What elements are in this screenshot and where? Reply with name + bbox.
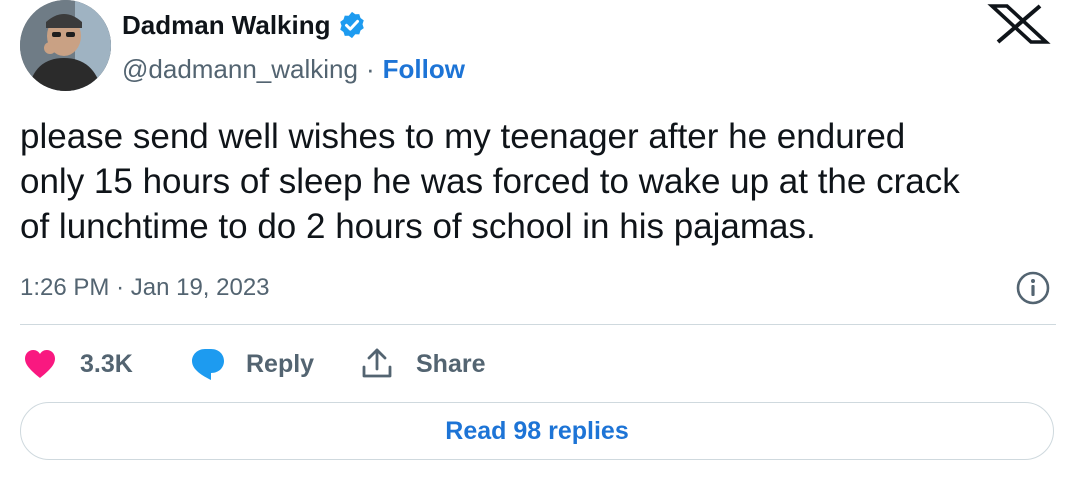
tweet-time: 1:26 PM — [20, 274, 110, 301]
author-display-name[interactable]: Dadman Walking — [122, 8, 331, 42]
follow-button[interactable]: Follow — [383, 54, 465, 84]
like-button[interactable]: 3.3K — [24, 344, 133, 384]
reply-button[interactable]: Reply — [190, 344, 314, 384]
tweet-date: Jan 19, 2023 — [130, 274, 270, 301]
timestamp-separator: · — [116, 274, 125, 301]
author-handle[interactable]: @dadmann_walking — [122, 54, 358, 84]
author-name-row: Dadman Walking — [122, 8, 367, 42]
reply-label: Reply — [246, 349, 315, 378]
x-logo-icon[interactable] — [980, 4, 1056, 44]
author-handle-row: @dadmann_walking · Follow — [122, 54, 465, 84]
handle-separator: · — [365, 54, 375, 84]
like-count: 3.3K — [80, 349, 133, 378]
share-button[interactable]: Share — [360, 344, 485, 384]
info-icon[interactable] — [1015, 270, 1051, 306]
speech-bubble-icon — [192, 349, 224, 380]
tweet-timestamp[interactable]: 1:26 PM · Jan 19, 2023 — [20, 272, 270, 304]
heart-icon — [25, 350, 55, 378]
read-replies-button[interactable]: Read 98 replies — [20, 402, 1054, 460]
verified-badge-icon — [339, 11, 364, 39]
divider — [20, 324, 1056, 325]
avatar[interactable] — [20, 0, 111, 91]
share-label: Share — [416, 349, 486, 378]
tweet-text: please send well wishes to my teenager a… — [20, 117, 960, 246]
avatar-photo — [20, 0, 111, 91]
share-upload-icon — [362, 348, 392, 378]
read-replies-label: Read 98 replies — [445, 416, 629, 445]
